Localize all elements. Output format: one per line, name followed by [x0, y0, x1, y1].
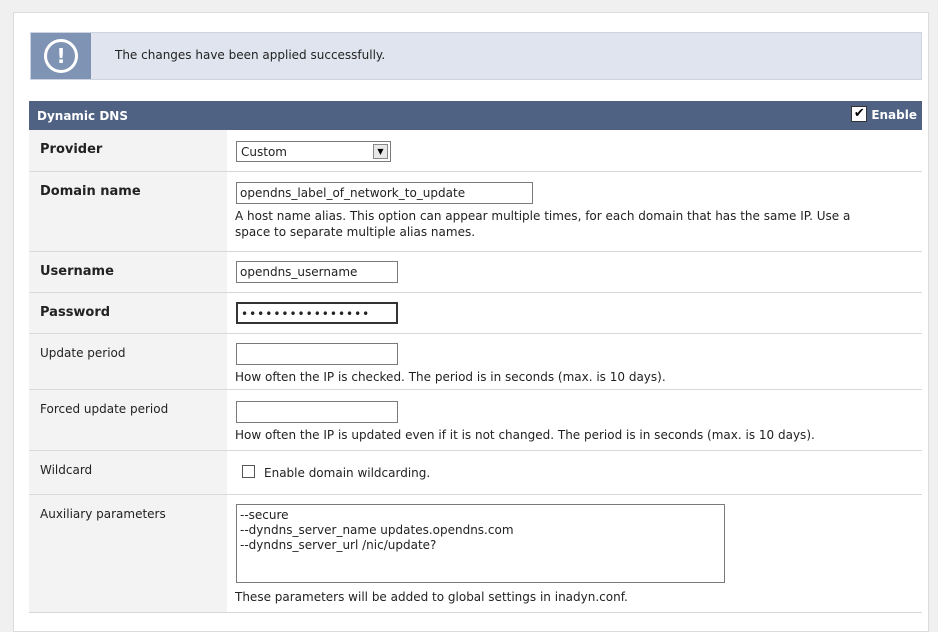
provider-select[interactable]: Custom ▼ — [236, 141, 391, 162]
label-cell: Username — [29, 252, 227, 292]
success-notice: ! The changes have been applied successf… — [30, 32, 922, 80]
dns-form: Provider Custom ▼ Domain name opendns_la… — [29, 130, 922, 613]
value-cell: Enable domain wildcarding. — [227, 451, 922, 494]
password-input[interactable]: •••••••••••••••• — [236, 302, 398, 324]
row-forced-update-period: Forced update period How often the IP is… — [29, 390, 922, 451]
forced-update-period-input[interactable] — [236, 401, 398, 423]
domain-name-input[interactable]: opendns_label_of_network_to_update — [236, 182, 533, 204]
aux-line: --dyndns_server_name updates.opendns.com — [240, 523, 514, 537]
provider-select-value: Custom — [241, 145, 287, 159]
auxiliary-parameters-help: These parameters will be added to global… — [235, 590, 628, 604]
notice-icon-box: ! — [31, 33, 91, 79]
label-cell: Provider — [29, 130, 227, 171]
update-period-help: How often the IP is checked. The period … — [235, 370, 666, 384]
domain-name-help-line1: A host name alias. This option can appea… — [235, 209, 851, 223]
auxiliary-parameters-textarea[interactable]: --secure --dyndns_server_name updates.op… — [236, 504, 725, 583]
row-wildcard: Wildcard Enable domain wildcarding. — [29, 451, 922, 495]
auxiliary-parameters-label: Auxiliary parameters — [40, 507, 166, 521]
section-title: Dynamic DNS — [37, 109, 128, 123]
value-cell: --secure --dyndns_server_name updates.op… — [227, 495, 922, 612]
forced-update-period-label: Forced update period — [40, 402, 169, 416]
label-cell: Auxiliary parameters — [29, 495, 227, 612]
label-cell: Wildcard — [29, 451, 227, 494]
domain-name-help-line2: space to separate multiple alias names. — [235, 225, 476, 239]
enable-checkbox[interactable]: ✔ — [851, 106, 868, 122]
aux-line: --secure — [240, 508, 289, 522]
row-domain-name: Domain name opendns_label_of_network_to_… — [29, 172, 922, 252]
notice-text: The changes have been applied successful… — [115, 48, 386, 62]
provider-label: Provider — [40, 142, 103, 157]
value-cell: Custom ▼ — [227, 130, 922, 171]
row-update-period: Update period How often the IP is checke… — [29, 334, 922, 390]
value-cell: How often the IP is updated even if it i… — [227, 390, 922, 450]
enable-toggle[interactable]: ✔ Enable — [851, 106, 917, 122]
label-cell: Update period — [29, 334, 227, 389]
chevron-down-icon[interactable]: ▼ — [373, 144, 388, 159]
domain-name-label: Domain name — [40, 184, 141, 199]
username-label: Username — [40, 264, 114, 279]
forced-update-period-help: How often the IP is updated even if it i… — [235, 428, 815, 442]
password-label: Password — [40, 305, 111, 320]
row-username: Username opendns_username — [29, 252, 922, 293]
label-cell: Password — [29, 293, 227, 333]
row-auxiliary-parameters: Auxiliary parameters --secure --dyndns_s… — [29, 495, 922, 613]
value-cell: opendns_label_of_network_to_update A hos… — [227, 172, 922, 251]
wildcard-label: Wildcard — [40, 463, 93, 477]
username-input[interactable]: opendns_username — [236, 261, 398, 283]
enable-label: Enable — [871, 108, 917, 122]
label-cell: Forced update period — [29, 390, 227, 450]
exclamation-icon: ! — [44, 39, 78, 73]
row-password: Password •••••••••••••••• — [29, 293, 922, 334]
dynamic-dns-header: Dynamic DNS ✔ Enable — [29, 101, 922, 130]
value-cell: How often the IP is checked. The period … — [227, 334, 922, 389]
row-provider: Provider Custom ▼ — [29, 130, 922, 172]
value-cell: •••••••••••••••• — [227, 293, 922, 333]
update-period-input[interactable] — [236, 343, 398, 365]
aux-line: --dyndns_server_url /nic/update? — [240, 538, 437, 552]
value-cell: opendns_username — [227, 252, 922, 292]
label-cell: Domain name — [29, 172, 227, 251]
wildcard-checkbox[interactable] — [242, 465, 255, 478]
wildcard-checkbox-label: Enable domain wildcarding. — [264, 466, 431, 480]
update-period-label: Update period — [40, 346, 126, 360]
